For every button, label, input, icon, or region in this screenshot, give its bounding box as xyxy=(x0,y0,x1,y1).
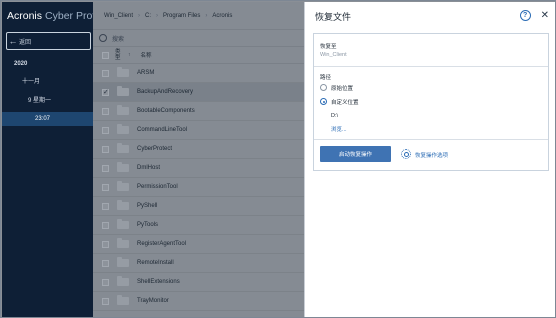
table-row[interactable]: BootableComponents xyxy=(93,102,304,121)
option-custom-label[interactable]: 自定义位置 xyxy=(331,98,359,106)
radio-custom-location[interactable] xyxy=(320,98,327,105)
breadcrumb-item[interactable]: Program Files xyxy=(158,13,205,19)
tree-year[interactable]: 2020 xyxy=(14,58,27,70)
table-row[interactable]: CyberProtect xyxy=(93,140,304,159)
row-name: DmlHost xyxy=(137,165,161,171)
back-button-label: 返回 xyxy=(19,39,32,46)
row-checkbox[interactable] xyxy=(102,297,109,305)
row-name: TrayMonitor xyxy=(137,298,169,304)
folder-icon xyxy=(117,238,129,248)
row-name: CommandLineTool xyxy=(137,127,188,133)
file-list: ARSM ✓ BackupAndRecovery BootableComponents… xyxy=(93,64,304,311)
tree-month[interactable]: 十一月 xyxy=(22,76,40,88)
table-row[interactable]: RegisterAgentTool xyxy=(93,235,304,254)
folder-icon xyxy=(117,105,129,115)
breadcrumb-item[interactable]: C: xyxy=(140,13,156,19)
radio-original-location[interactable] xyxy=(320,84,327,91)
path-label: 路径 xyxy=(320,75,332,81)
row-name: ARSM xyxy=(137,70,155,76)
restore-options-card: 恢复至 Win_Client 路径 原始位置 自定义位置 D:\ 浏览... 启… xyxy=(313,33,549,171)
restore-panel: 恢复文件 ? ✕ 恢复至 Win_Client 路径 原始位置 自定义位置 D:… xyxy=(304,2,555,317)
table-row[interactable]: DmlHost xyxy=(93,159,304,178)
table-row[interactable]: PermissionTool xyxy=(93,178,304,197)
app-window: Acronis Cyber Protect ← 返回 2020 十一月 9 星期… xyxy=(0,0,556,318)
folder-icon xyxy=(117,181,129,191)
option-original-label[interactable]: 原始位置 xyxy=(331,84,353,92)
browse-link[interactable]: 浏览... xyxy=(331,125,347,133)
back-button[interactable]: ← 返回 xyxy=(6,32,91,50)
brand-primary: Acronis xyxy=(7,10,43,22)
row-name: PyShell xyxy=(137,203,158,209)
sort-icon[interactable]: ↑ xyxy=(128,52,131,58)
start-recovery-button[interactable]: 启动恢复操作 xyxy=(320,146,391,162)
row-checkbox[interactable] xyxy=(102,259,109,267)
brand-secondary: Cyber Protect xyxy=(45,10,93,22)
folder-icon xyxy=(117,276,129,286)
folder-icon xyxy=(117,162,129,172)
breadcrumb-item[interactable]: Acronis xyxy=(207,13,237,19)
folder-icon xyxy=(117,86,129,96)
folder-icon xyxy=(117,143,129,153)
row-checkbox[interactable] xyxy=(102,164,109,172)
row-checkbox[interactable] xyxy=(102,145,109,153)
tree-time-selected[interactable]: 23:07 xyxy=(2,112,93,126)
folder-icon xyxy=(117,124,129,134)
file-browser: Win_Client › C: › Program Files › Acroni… xyxy=(93,2,304,317)
recovery-options-link[interactable]: 恢复操作选项 xyxy=(415,151,448,159)
row-name: CyberProtect xyxy=(137,146,173,152)
row-checkbox[interactable] xyxy=(102,183,109,191)
divider xyxy=(314,66,548,67)
table-row[interactable]: TrayMonitor xyxy=(93,292,304,311)
divider xyxy=(314,139,548,140)
column-type[interactable]: 类型 xyxy=(115,49,125,61)
folder-icon xyxy=(117,200,129,210)
row-name: PyTools xyxy=(137,222,159,228)
tree-day[interactable]: 9 星期一 xyxy=(28,95,51,107)
table-row[interactable]: PyTools xyxy=(93,216,304,235)
custom-path-value: D:\ xyxy=(331,113,339,119)
column-name[interactable]: 名称 xyxy=(141,51,152,59)
table-row[interactable]: PyShell xyxy=(93,197,304,216)
row-checkbox[interactable]: ✓ xyxy=(102,88,109,96)
search-placeholder: 搜索 xyxy=(112,36,125,43)
row-checkbox[interactable] xyxy=(102,126,109,134)
folder-icon xyxy=(117,295,129,305)
row-checkbox[interactable] xyxy=(102,69,109,77)
gear-icon[interactable] xyxy=(401,149,411,159)
row-name: BootableComponents xyxy=(137,108,195,114)
table-row[interactable]: CommandLineTool xyxy=(93,121,304,140)
table-row[interactable]: ARSM xyxy=(93,64,304,83)
sidebar: Acronis Cyber Protect ← 返回 2020 十一月 9 星期… xyxy=(2,2,93,317)
folder-icon xyxy=(117,257,129,267)
row-name: RegisterAgentTool xyxy=(137,241,187,247)
row-name: RemoteInstall xyxy=(137,260,174,266)
table-row[interactable]: ✓ BackupAndRecovery xyxy=(93,83,304,102)
table-row[interactable]: RemoteInstall xyxy=(93,254,304,273)
search-icon xyxy=(99,34,107,42)
row-name: BackupAndRecovery xyxy=(137,89,194,95)
close-icon[interactable]: ✕ xyxy=(541,10,549,21)
breadcrumb: Win_Client › C: › Program Files › Acroni… xyxy=(93,2,304,30)
row-checkbox[interactable] xyxy=(102,278,109,286)
row-checkbox[interactable] xyxy=(102,202,109,210)
row-name: ShellExtensions xyxy=(137,279,180,285)
select-all-checkbox[interactable] xyxy=(102,51,109,59)
row-checkbox[interactable] xyxy=(102,221,109,229)
help-icon[interactable]: ? xyxy=(519,10,531,21)
row-name: PermissionTool xyxy=(137,184,178,190)
app-logo: Acronis Cyber Protect xyxy=(2,2,93,30)
table-row[interactable]: ShellExtensions xyxy=(93,273,304,292)
folder-icon xyxy=(117,67,129,77)
arrow-left-icon: ← xyxy=(8,36,18,46)
restore-to-value[interactable]: Win_Client xyxy=(320,52,347,58)
restore-to-label: 恢复至 xyxy=(320,44,337,50)
breadcrumb-item[interactable]: Win_Client xyxy=(99,13,138,19)
row-checkbox[interactable] xyxy=(102,240,109,248)
row-checkbox[interactable] xyxy=(102,107,109,115)
panel-title: 恢复文件 xyxy=(315,11,352,22)
table-header: 类型 ↑ 名称 xyxy=(93,47,304,64)
search-input[interactable]: 搜索 xyxy=(93,30,304,47)
folder-icon xyxy=(117,219,129,229)
